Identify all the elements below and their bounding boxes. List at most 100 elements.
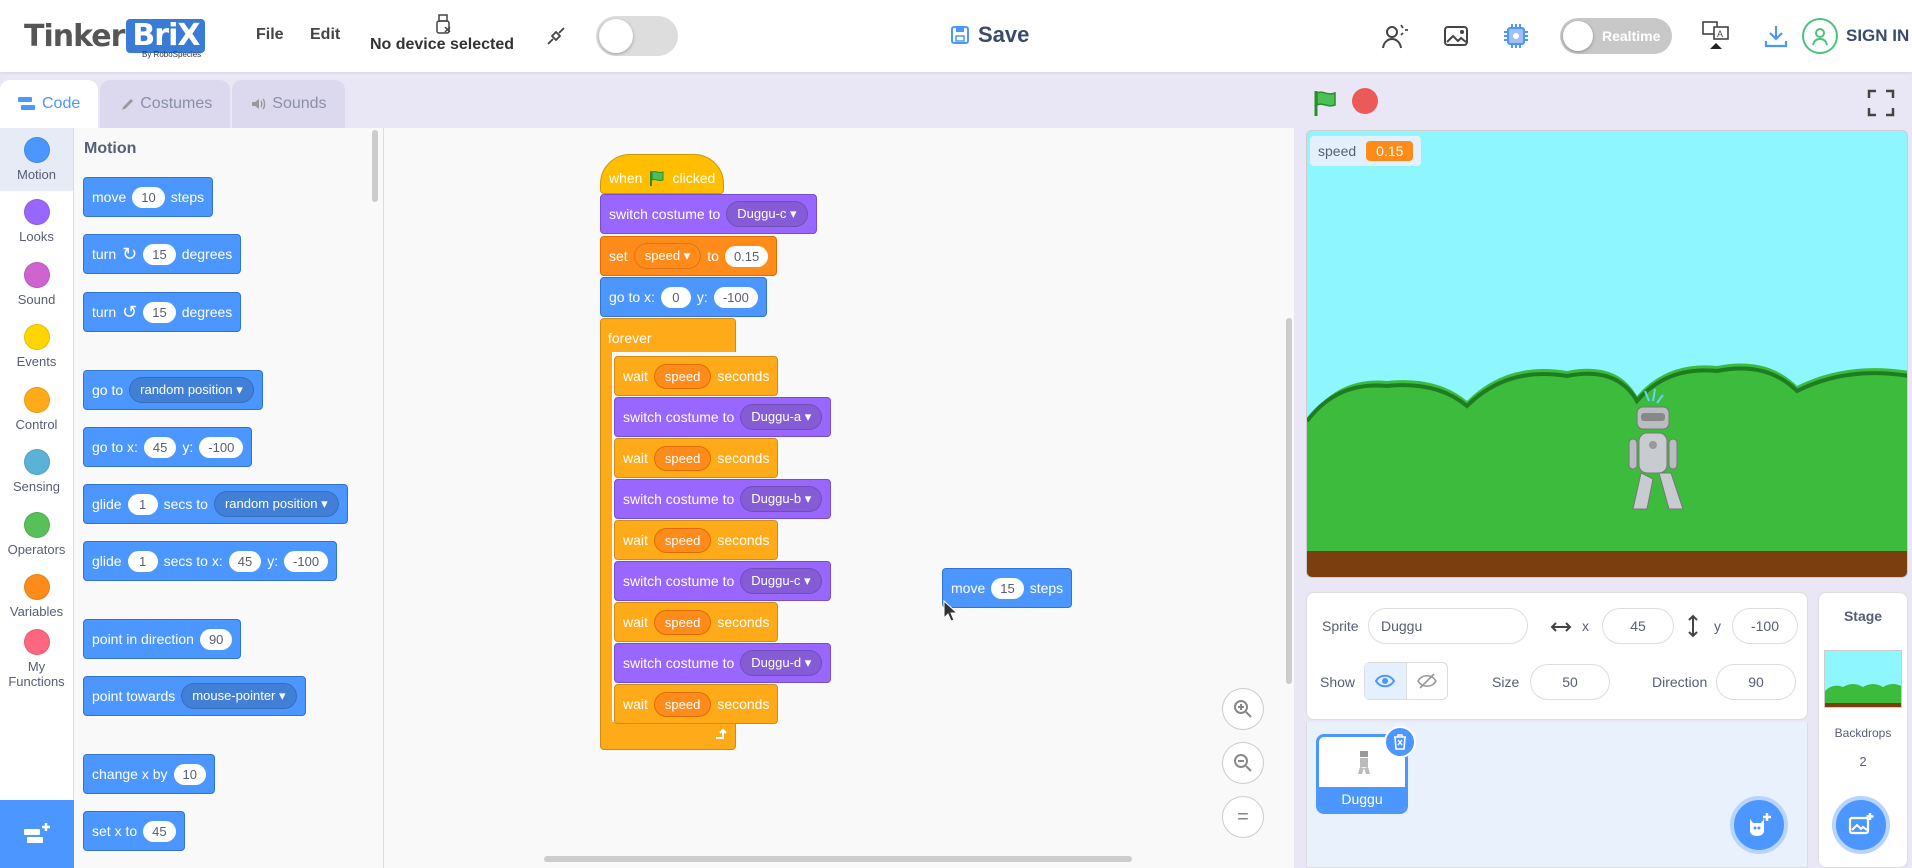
- block-point-in-direction[interactable]: point in direction 90: [83, 619, 242, 659]
- block-switch-costume[interactable]: switch costume to Duggu-d ▾: [614, 643, 832, 683]
- connect-plug-icon[interactable]: [544, 24, 568, 48]
- category-sound[interactable]: Sound: [0, 253, 73, 316]
- block-move-steps-loose[interactable]: move 15 steps: [942, 568, 1073, 608]
- direction-input[interactable]: 90: [199, 628, 233, 650]
- edit-menu[interactable]: Edit: [310, 26, 340, 44]
- hide-sprite-button[interactable]: [1405, 663, 1448, 699]
- target-dropdown[interactable]: random position ▾: [213, 491, 339, 517]
- tab-sounds[interactable]: Sounds: [232, 80, 345, 128]
- category-sensing[interactable]: Sensing: [0, 441, 73, 504]
- x-position-field[interactable]: 45: [1602, 608, 1674, 644]
- target-dropdown[interactable]: mouse-pointer ▾: [181, 683, 297, 709]
- degrees-input[interactable]: 15: [143, 243, 176, 265]
- block-point-towards[interactable]: point towards mouse-pointer ▾: [83, 676, 306, 716]
- block-turn-right[interactable]: turn ↻ 15 degrees: [83, 234, 242, 274]
- block-glide-to-xy[interactable]: glide 1 secs to x: 45 y: -100: [83, 541, 338, 581]
- x-input[interactable]: 45: [143, 436, 177, 458]
- tab-code[interactable]: Code: [0, 80, 99, 128]
- costume-dropdown[interactable]: Duggu-c ▾: [726, 201, 808, 227]
- block-set-variable[interactable]: set speed ▾ to 0.15: [600, 236, 778, 276]
- speed-reporter[interactable]: speed: [653, 445, 712, 471]
- steps-input[interactable]: 15: [991, 577, 1024, 599]
- category-variables[interactable]: Variables: [0, 566, 73, 629]
- block-switch-costume[interactable]: switch costume to Duggu-b ▾: [614, 479, 832, 519]
- block-wait[interactable]: wait speed seconds: [614, 684, 779, 724]
- target-dropdown[interactable]: random position ▾: [129, 377, 254, 403]
- costume-dropdown[interactable]: Duggu-b ▾: [740, 486, 823, 512]
- y-input[interactable]: -100: [284, 550, 329, 572]
- costume-dropdown[interactable]: Duggu-c ▾: [740, 568, 822, 594]
- realtime-toggle[interactable]: Realtime: [1560, 18, 1672, 54]
- speed-reporter[interactable]: speed: [653, 527, 712, 553]
- block-go-to[interactable]: go to random position ▾: [83, 370, 263, 410]
- degrees-input[interactable]: 15: [143, 301, 176, 323]
- category-events[interactable]: Events: [0, 316, 73, 379]
- category-operators[interactable]: Operators: [0, 503, 73, 566]
- block-wait[interactable]: wait speed seconds: [614, 356, 779, 396]
- x-input[interactable]: 45: [143, 820, 176, 842]
- category-looks[interactable]: Looks: [0, 191, 73, 254]
- show-sprite-button[interactable]: [1365, 663, 1406, 699]
- block-wait[interactable]: wait speed seconds: [614, 602, 779, 642]
- script-workspace[interactable]: [384, 128, 1294, 868]
- connect-toggle[interactable]: [596, 16, 678, 56]
- block-move-steps[interactable]: move 10 steps: [83, 177, 214, 217]
- image-ai-icon[interactable]: [1440, 20, 1472, 52]
- category-my-functions[interactable]: My Functions: [0, 628, 73, 691]
- zoom-reset-button[interactable]: =: [1222, 796, 1264, 838]
- block-wait[interactable]: wait speed seconds: [614, 438, 779, 478]
- green-flag-button[interactable]: [1310, 88, 1340, 118]
- y-position-field[interactable]: -100: [1732, 608, 1798, 644]
- speed-reporter[interactable]: speed: [653, 609, 712, 635]
- category-control[interactable]: Control: [0, 378, 73, 441]
- save-button[interactable]: Save: [950, 22, 1029, 48]
- secs-input[interactable]: 1: [127, 493, 158, 515]
- y-input[interactable]: -100: [713, 286, 758, 308]
- x-input[interactable]: 0: [660, 286, 691, 308]
- block-when-flag-clicked[interactable]: when clicked: [600, 154, 725, 194]
- board-settings-icon[interactable]: [1500, 20, 1532, 52]
- block-turn-left[interactable]: turn ↺ 15 degrees: [83, 292, 242, 332]
- block-go-to-xy[interactable]: go to x: 0 y: -100: [600, 277, 767, 317]
- block-set-x[interactable]: set x to 45: [83, 811, 185, 851]
- sign-in-button[interactable]: SIGN IN: [1802, 18, 1909, 54]
- block-change-x[interactable]: change x by 10: [83, 754, 215, 794]
- secs-input[interactable]: 1: [127, 550, 158, 572]
- y-input[interactable]: -100: [199, 436, 244, 458]
- zoom-out-button[interactable]: [1222, 742, 1264, 784]
- variable-monitor-speed[interactable]: speed 0.15: [1310, 136, 1422, 166]
- sprite-name-field[interactable]: Duggu: [1368, 608, 1528, 644]
- workspace-horizontal-scrollbar[interactable]: [544, 856, 1132, 862]
- costume-dropdown[interactable]: Duggu-d ▾: [740, 650, 823, 676]
- fullscreen-icon[interactable]: [1866, 88, 1896, 118]
- choose-sprite-button[interactable]: [1730, 796, 1788, 854]
- block-switch-costume[interactable]: switch costume to Duggu-c ▾: [614, 561, 831, 601]
- block-wait[interactable]: wait speed seconds: [614, 520, 779, 560]
- ai-assistant-icon[interactable]: [1378, 20, 1410, 52]
- language-icon[interactable]: A: [1700, 20, 1732, 52]
- category-motion[interactable]: Motion: [0, 128, 73, 191]
- add-extension-button[interactable]: [0, 800, 74, 868]
- device-selector[interactable]: No device selected: [367, 14, 517, 54]
- backdrop-thumbnail[interactable]: [1824, 650, 1902, 708]
- direction-field[interactable]: 90: [1716, 664, 1796, 700]
- speed-reporter[interactable]: speed: [653, 691, 712, 717]
- block-switch-costume[interactable]: switch costume to Duggu-a ▾: [614, 397, 832, 437]
- file-menu[interactable]: File: [256, 26, 284, 44]
- block-switch-costume[interactable]: switch costume to Duggu-c ▾: [600, 194, 817, 234]
- zoom-in-button[interactable]: [1222, 688, 1264, 730]
- steps-input[interactable]: 10: [132, 186, 165, 208]
- variable-dropdown[interactable]: speed ▾: [633, 243, 702, 269]
- size-field[interactable]: 50: [1530, 664, 1610, 700]
- dx-input[interactable]: 10: [173, 763, 206, 785]
- costume-dropdown[interactable]: Duggu-a ▾: [740, 404, 823, 430]
- tab-costumes[interactable]: Costumes: [100, 80, 231, 128]
- block-go-to-xy[interactable]: go to x: 45 y: -100: [83, 427, 253, 467]
- value-input[interactable]: 0.15: [724, 245, 769, 267]
- stop-button[interactable]: [1352, 88, 1378, 114]
- palette-scrollbar[interactable]: [372, 130, 378, 202]
- x-input[interactable]: 45: [228, 550, 262, 572]
- block-glide-to[interactable]: glide 1 secs to random position ▾: [83, 484, 348, 524]
- speed-reporter[interactable]: speed: [653, 363, 712, 389]
- choose-backdrop-button[interactable]: [1832, 796, 1890, 854]
